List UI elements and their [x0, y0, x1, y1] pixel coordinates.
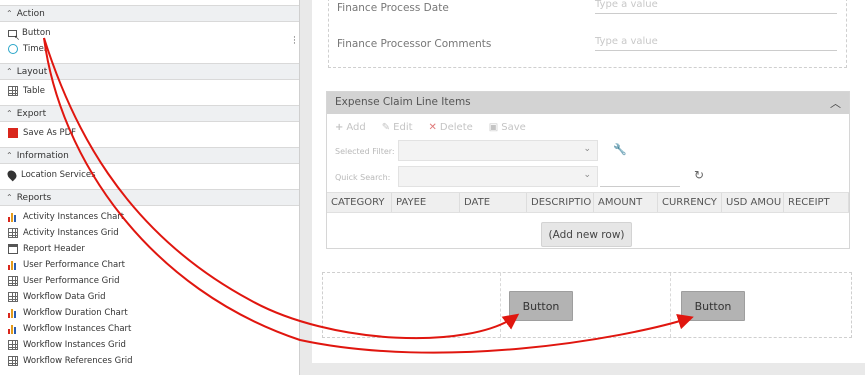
toolbox-item-activity-instances-chart[interactable]: Activity Instances Chart	[0, 209, 299, 225]
field-label-finance-process-date: Finance Process Date	[337, 2, 449, 14]
grid-icon	[8, 340, 18, 350]
form-section: Finance Process Date Type a value Financ…	[328, 0, 847, 68]
toolbox-item-save-as-pdf[interactable]: Save As PDF	[0, 125, 299, 141]
grid-icon	[8, 276, 18, 286]
section-body-export: Save As PDF	[0, 122, 299, 147]
add-button[interactable]: + Add	[335, 122, 366, 133]
chevron-up-icon: ⌃	[6, 67, 13, 76]
section-header-export[interactable]: ⌃ Export	[0, 105, 299, 122]
pencil-icon: ✎	[381, 121, 391, 133]
add-new-row-button[interactable]: (Add new row)	[541, 222, 632, 247]
toolbox-item-workflow-data-grid[interactable]: Workflow Data Grid	[0, 289, 299, 305]
toolbox-panel: ⌃ Action ↖ Button Timer ⌃ Layout Table ⌃ Ex…	[0, 0, 300, 375]
chart-icon	[8, 324, 18, 334]
pdf-icon	[8, 128, 18, 138]
toolbox-item-location-services[interactable]: Location Services	[0, 167, 299, 183]
location-pin-icon	[5, 168, 19, 182]
section-body-layout: Table	[0, 80, 299, 105]
toolbox-item-workflow-duration-chart[interactable]: Workflow Duration Chart	[0, 305, 299, 321]
toolbox-item-workflow-references-grid[interactable]: Workflow References Grid	[0, 353, 299, 369]
delete-x-icon: ✕	[428, 121, 437, 133]
chevron-up-icon: ⌃	[6, 193, 13, 202]
expense-claim-grid: Expense Claim Line Items ︿ + Add ✎ Edit ✕ D…	[326, 91, 850, 249]
chart-icon	[8, 308, 18, 318]
chevron-up-icon: ⌃	[6, 151, 13, 160]
column-header[interactable]: PAYEE	[392, 193, 460, 212]
grid-icon	[8, 292, 18, 302]
delete-button[interactable]: ✕ Delete	[429, 122, 473, 133]
chevron-up-icon: ⌃	[6, 9, 13, 18]
section-body-reports: Activity Instances Chart Activity Instan…	[0, 206, 299, 375]
table-cell[interactable]	[323, 273, 501, 337]
wrench-icon[interactable]: 🔧	[613, 143, 627, 156]
column-header[interactable]: CURRENCY	[658, 193, 722, 212]
section-header-layout[interactable]: ⌃ Layout	[0, 63, 299, 80]
edit-button[interactable]: ✎ Edit	[382, 122, 413, 133]
column-header[interactable]: DATE	[460, 193, 527, 212]
button-2[interactable]: Button	[681, 291, 745, 321]
button-1[interactable]: Button	[509, 291, 573, 321]
section-body-information: Location Services	[0, 164, 299, 189]
chevron-down-icon: ⌄	[583, 170, 591, 180]
button-layout-table: Button Button	[322, 272, 852, 338]
chevron-up-icon[interactable]: ︿	[830, 95, 841, 111]
timer-icon	[8, 44, 18, 54]
toolbox-item-workflow-instances-chart[interactable]: Workflow Instances Chart	[0, 321, 299, 337]
toolbox-item-user-performance-chart[interactable]: User Performance Chart	[0, 257, 299, 273]
column-header[interactable]: DESCRIPTIO	[527, 193, 594, 212]
grid-icon	[8, 228, 18, 238]
section-header-reports[interactable]: ⌃ Reports	[0, 189, 299, 206]
selected-filter-label: Selected Filter:	[335, 147, 395, 156]
chart-icon	[8, 260, 18, 270]
toolbox-item-table[interactable]: Table	[0, 83, 299, 99]
finance-process-date-input[interactable]: Type a value	[595, 0, 837, 14]
chart-icon	[8, 212, 18, 222]
finance-processor-comments-input[interactable]: Type a value	[595, 36, 837, 51]
toolbox-item-activity-instances-grid[interactable]: Activity Instances Grid	[0, 225, 299, 241]
design-canvas: Finance Process Date Type a value Financ…	[312, 0, 865, 363]
grid-column-headers: CATEGORY PAYEE DATE DESCRIPTIO AMOUNT CU…	[327, 192, 849, 213]
toolbox-item-user-performance-grid[interactable]: User Performance Grid	[0, 273, 299, 289]
column-header[interactable]: USD AMOU	[722, 193, 784, 212]
toolbox-item-timer[interactable]: Timer	[0, 41, 299, 57]
quick-search-input[interactable]	[600, 166, 680, 187]
floppy-disk-icon: ▣	[488, 121, 499, 133]
grid-header[interactable]: Expense Claim Line Items ︿	[327, 92, 849, 114]
selected-filter-dropdown[interactable]: ⌄	[398, 140, 598, 161]
column-header[interactable]: AMOUNT	[594, 193, 658, 212]
section-body-action: ↖ Button Timer	[0, 22, 299, 63]
section-header-action[interactable]: ⌃ Action	[0, 5, 299, 22]
quick-search-dropdown[interactable]: ⌄	[398, 166, 598, 187]
table-icon	[8, 86, 18, 96]
column-header[interactable]: RECEIPT	[784, 193, 849, 212]
toolbox-item-workflow-instances-grid[interactable]: Workflow Instances Grid	[0, 337, 299, 353]
save-button[interactable]: ▣ Save	[489, 122, 526, 133]
quick-search-label: Quick Search:	[335, 173, 391, 182]
grid-toolbar: + Add ✎ Edit ✕ Delete ▣ Save	[327, 114, 849, 140]
grid-title: Expense Claim Line Items	[335, 96, 471, 108]
button-select-icon: ↖	[8, 29, 20, 42]
panel-resize-handle[interactable]: · · ·	[293, 34, 296, 49]
chevron-up-icon: ⌃	[6, 109, 13, 118]
chevron-down-icon: ⌄	[583, 144, 591, 154]
report-header-icon	[8, 244, 18, 254]
field-label-finance-processor-comments: Finance Processor Comments	[337, 38, 492, 50]
plus-icon: +	[335, 121, 344, 133]
refresh-icon[interactable]: ↻	[694, 168, 704, 182]
column-header[interactable]: CATEGORY	[327, 193, 392, 212]
section-header-information[interactable]: ⌃ Information	[0, 147, 299, 164]
toolbox-item-report-header[interactable]: Report Header	[0, 241, 299, 257]
toolbox-item-button[interactable]: ↖ Button	[0, 25, 299, 42]
grid-icon	[8, 356, 18, 366]
